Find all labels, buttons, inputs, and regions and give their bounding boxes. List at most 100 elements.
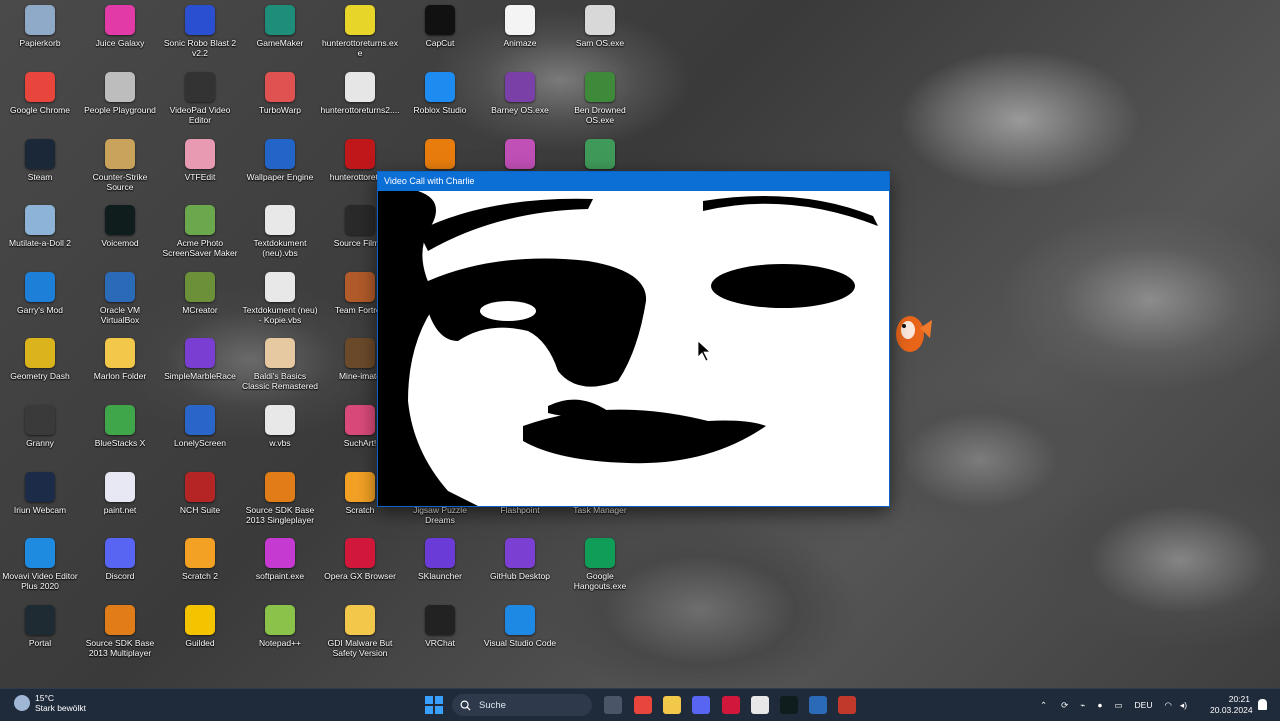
desktop-icon[interactable]: VideoPad Video Editor	[160, 72, 240, 138]
desktop-icon[interactable]: w.vbs	[240, 405, 320, 471]
desktop-icon[interactable]: Textdokument (neu).vbs	[240, 205, 320, 271]
desktop-icon[interactable]: Visual Studio Code	[480, 605, 560, 671]
desktop-icon-label: Opera GX Browser	[324, 571, 396, 581]
desktop-icon[interactable]: Voicemod	[80, 205, 160, 271]
taskbar-search[interactable]: Suche	[452, 694, 592, 716]
windows-start-icon[interactable]	[425, 696, 443, 714]
virtualbox-icon[interactable]	[809, 696, 827, 714]
desktop-icon-label: BlueStacks X	[94, 438, 146, 448]
softpaint-icon	[265, 538, 295, 568]
desktop-icon[interactable]: Barney OS.exe	[480, 72, 560, 138]
desktop-icon-label: GDI Malware But Safety Version	[327, 638, 393, 658]
chevron-up-icon[interactable]: ⌃	[1040, 700, 1047, 711]
desktop-icon[interactable]: Marlon Folder	[80, 338, 160, 404]
desktop-icon[interactable]: Granny	[0, 405, 80, 471]
clock[interactable]: 20:21 20.03.2024	[1210, 694, 1253, 716]
sync-icon[interactable]: ⟳	[1061, 700, 1068, 711]
desktop-icon-label: Movavi Video Editor Plus 2020	[2, 571, 78, 591]
movavi-icon	[25, 538, 55, 568]
desktop-icon-label: w.vbs	[269, 438, 291, 448]
desktop-icon[interactable]: GitHub Desktop	[480, 538, 560, 604]
counter-strike-icon	[105, 139, 135, 169]
counter-icon[interactable]	[838, 696, 856, 714]
microphone-icon[interactable]: ●	[1097, 700, 1102, 710]
file-explorer-icon[interactable]	[663, 696, 681, 714]
desktop-icon[interactable]: NCH Suite	[160, 472, 240, 538]
desktop-icon[interactable]: SKlauncher	[400, 538, 480, 604]
desktop-icon[interactable]: People Playground	[80, 72, 160, 138]
desktop-icon[interactable]: hunterottoreturns.exe	[320, 5, 400, 71]
desktop-icon[interactable]: Sam OS.exe	[560, 5, 640, 71]
wifi-icon[interactable]: ◠	[1165, 700, 1172, 711]
desktop-icon[interactable]: Garry's Mod	[0, 272, 80, 338]
weather-widget[interactable]: 15°C Stark bewölkt	[14, 693, 86, 713]
desktop-icon[interactable]: Counter-Strike Source	[80, 139, 160, 205]
desktop-icon[interactable]: Wallpaper Engine	[240, 139, 320, 205]
store-icon[interactable]	[751, 696, 769, 714]
desktop-icon[interactable]: Geometry Dash	[0, 338, 80, 404]
desktop-icon[interactable]: softpaint.exe	[240, 538, 320, 604]
window-title[interactable]: Video Call with Charlie	[378, 172, 889, 191]
desktop-icon[interactable]: GameMaker	[240, 5, 320, 71]
baldi-icon	[265, 338, 295, 368]
discord-icon[interactable]	[692, 696, 710, 714]
desktop-icon[interactable]: TurboWarp	[240, 72, 320, 138]
desktop-icon[interactable]: Oracle VM VirtualBox	[80, 272, 160, 338]
desktop-icon[interactable]: Animaze	[480, 5, 560, 71]
desktop-icon-label: hunterottoreturns2....	[320, 105, 400, 115]
desktop-icon[interactable]: Acme Photo ScreenSaver Maker	[160, 205, 240, 271]
desktop-icon[interactable]: Opera GX Browser	[320, 538, 400, 604]
desktop-icon[interactable]: Juice Galaxy	[80, 5, 160, 71]
desktop-icon-label: Garry's Mod	[16, 305, 64, 315]
desktop-icon[interactable]: Roblox Studio	[400, 72, 480, 138]
desktop-icon[interactable]: Portal	[0, 605, 80, 671]
desktop-icon[interactable]: LonelyScreen	[160, 405, 240, 471]
desktop-icon[interactable]: Sonic Robo Blast 2 v2.2	[160, 5, 240, 71]
file-explorer-sidebar-icon[interactable]	[604, 696, 622, 714]
desktop-icon[interactable]: VRChat	[400, 605, 480, 671]
desktop-icon[interactable]: SimpleMarbleRace	[160, 338, 240, 404]
desktop-icon[interactable]: MCreator	[160, 272, 240, 338]
video-call-window[interactable]: Video Call with Charlie	[377, 171, 890, 507]
desktop-icon-label: VTFEdit	[184, 172, 216, 182]
desktop-icon[interactable]: Mutilate-a-Doll 2	[0, 205, 80, 271]
desktop-icon[interactable]: paint.net	[80, 472, 160, 538]
desktop-icon[interactable]: Source SDK Base 2013 Singleplayer	[240, 472, 320, 538]
marble-icon	[185, 338, 215, 368]
desktop-icon-label: Steam	[27, 172, 53, 182]
desktop-icon[interactable]: Discord	[80, 538, 160, 604]
desktop-icon[interactable]: Google Chrome	[0, 72, 80, 138]
voicemod-icon[interactable]	[780, 696, 798, 714]
desktop-icon[interactable]: Notepad++	[240, 605, 320, 671]
desktop-icon-label: LonelyScreen	[174, 438, 226, 448]
desktop-icon[interactable]: Baldi's Basics Classic Remastered	[240, 338, 320, 404]
desktop-icon[interactable]: Movavi Video Editor Plus 2020	[0, 538, 80, 604]
keyboard-icon[interactable]: ▭	[1115, 700, 1123, 711]
desktop-icon[interactable]: CapCut	[400, 5, 480, 71]
desktop-icon[interactable]: VTFEdit	[160, 139, 240, 205]
notification-bell-icon[interactable]	[1258, 699, 1267, 710]
weather-temperature: 15°C	[35, 693, 54, 703]
desktop-icon[interactable]: Papierkorb	[0, 5, 80, 71]
opera-gx-icon[interactable]	[722, 696, 740, 714]
roblox-studio-icon	[425, 72, 455, 102]
hangouts-icon	[585, 538, 615, 568]
white-glove-icon	[345, 72, 375, 102]
desktop-icon[interactable]: hunterottoreturns2....	[320, 72, 400, 138]
desktop-icon[interactable]: Scratch 2	[160, 538, 240, 604]
desktop-icon[interactable]: Iriun Webcam	[0, 472, 80, 538]
desktop-icon[interactable]: Steam	[0, 139, 80, 205]
desktop-icon[interactable]: Google Hangouts.exe	[560, 538, 640, 604]
desktop-icon[interactable]: BlueStacks X	[80, 405, 160, 471]
video-feed	[378, 191, 889, 506]
desktop-icon[interactable]: GDI Malware But Safety Version	[320, 605, 400, 671]
speaker-icon[interactable]: ◂)	[1180, 700, 1187, 711]
desktop-icon[interactable]: Source SDK Base 2013 Multiplayer	[80, 605, 160, 671]
language-indicator[interactable]: DEU	[1135, 700, 1153, 710]
guilded-icon	[185, 605, 215, 635]
desktop-icon[interactable]: Guilded	[160, 605, 240, 671]
usb-icon[interactable]: ⌁	[1080, 700, 1085, 711]
desktop-icon[interactable]: Ben Drowned OS.exe	[560, 72, 640, 138]
desktop-icon[interactable]: Textdokument (neu) - Kopie.vbs	[240, 272, 320, 338]
chrome-icon[interactable]	[634, 696, 652, 714]
